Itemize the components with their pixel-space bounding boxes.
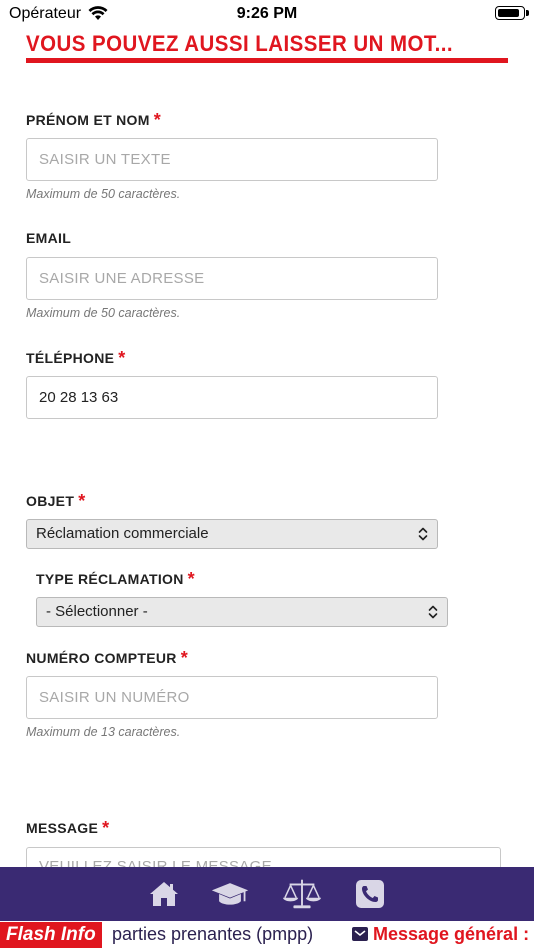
title-underline xyxy=(26,58,508,63)
bottom-nav xyxy=(0,867,534,921)
name-hint: Maximum de 50 caractères. xyxy=(26,187,181,201)
battery-icon xyxy=(495,6,529,20)
name-label-text: PRÉNOM ET NOM xyxy=(26,112,150,128)
phone-label-text: TÉLÉPHONE xyxy=(26,350,115,366)
claim-type-selected-value: - Sélectionner - xyxy=(46,603,148,620)
subject-select[interactable]: Réclamation commerciale xyxy=(26,519,438,549)
email-label-text: EMAIL xyxy=(26,230,72,246)
message-label-text: MESSAGE xyxy=(26,820,99,836)
nav-education-button[interactable] xyxy=(210,876,250,912)
meter-number-input[interactable] xyxy=(26,676,438,719)
required-marker: * xyxy=(153,110,161,130)
balance-scale-icon xyxy=(282,879,322,909)
home-icon xyxy=(150,882,178,906)
subject-label: OBJET * xyxy=(26,491,86,512)
section-title: VOUS POUVEZ AUSSI LAISSER UN MOT... xyxy=(26,31,454,56)
nav-legal-button[interactable] xyxy=(282,876,322,912)
clock-time: 9:26 PM xyxy=(236,5,298,22)
flash-info-label: Flash Info xyxy=(0,922,102,948)
name-input[interactable] xyxy=(26,138,438,181)
nav-contact-button[interactable] xyxy=(350,876,390,912)
flash-info-ticker: Flash Info parties prenantes (pmpp) Mess… xyxy=(0,921,534,950)
email-label: EMAIL xyxy=(26,230,71,246)
required-marker: * xyxy=(118,348,126,368)
meter-number-label: NUMÉRO COMPTEUR * xyxy=(26,648,188,669)
ticker-text: parties prenantes (pmpp) xyxy=(112,924,314,944)
nav-home-button[interactable] xyxy=(144,876,184,912)
chevron-updown-icon xyxy=(428,605,438,619)
email-hint: Maximum de 50 caractères. xyxy=(26,306,181,320)
name-label: PRÉNOM ET NOM * xyxy=(26,110,161,131)
required-marker: * xyxy=(187,569,195,589)
message-label: MESSAGE * xyxy=(26,818,109,839)
subject-label-text: OBJET xyxy=(26,493,75,509)
phone-icon xyxy=(356,880,384,908)
claim-type-label-text: TYPE RÉCLAMATION xyxy=(36,571,184,587)
phone-input[interactable] xyxy=(26,376,438,419)
meter-number-hint: Maximum de 13 caractères. xyxy=(26,725,181,739)
phone-label: TÉLÉPHONE * xyxy=(26,348,126,369)
status-bar: Opérateur 9:26 PM xyxy=(0,0,534,28)
claim-type-label: TYPE RÉCLAMATION * xyxy=(36,569,195,590)
envelope-icon xyxy=(352,927,368,941)
required-marker: * xyxy=(180,648,189,668)
graduation-cap-icon xyxy=(211,883,249,905)
ticker-message-label: Message général : xyxy=(373,924,530,944)
subject-selected-value: Réclamation commerciale xyxy=(36,525,209,542)
claim-type-select[interactable]: - Sélectionner - xyxy=(36,597,448,627)
meter-number-label-text: NUMÉRO COMPTEUR xyxy=(26,650,177,666)
email-input[interactable] xyxy=(26,257,438,300)
battery-level xyxy=(498,9,519,17)
required-marker: * xyxy=(102,818,110,838)
chevron-updown-icon xyxy=(418,527,428,541)
required-marker: * xyxy=(78,491,86,511)
